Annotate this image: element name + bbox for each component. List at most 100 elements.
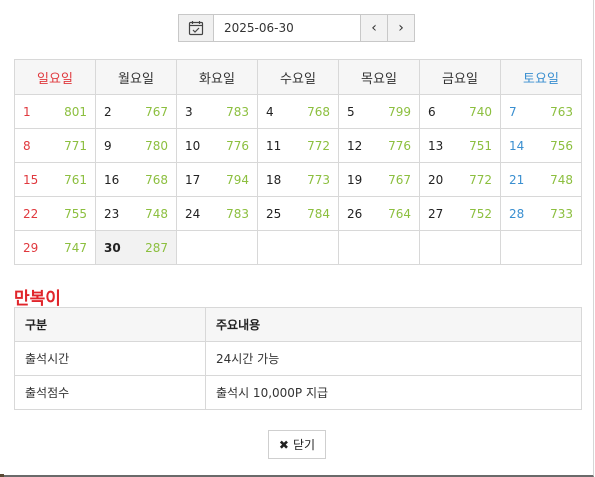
day-number: 10 (185, 138, 201, 153)
section-title: 만복이 (14, 289, 61, 309)
next-month-button[interactable]: › (388, 14, 415, 42)
attendance-count: 767 (145, 104, 168, 119)
attendance-modal: ‹ › 일요일 월요일 화요일 수요일 목요일 금요일 토요일 18012767… (0, 0, 594, 477)
calendar-day-cell: 17 794 (176, 162, 258, 197)
day-number: 22 (23, 206, 39, 221)
attendance-count: 748 (145, 206, 168, 221)
date-picker: ‹ › (178, 14, 415, 42)
calendar-day-cell: 29 747 (14, 230, 96, 265)
calendar-day-cell: 24 783 (176, 196, 258, 231)
day-number: 23 (104, 206, 120, 221)
day-number: 4 (266, 104, 274, 119)
calendar-empty-cell (419, 230, 501, 265)
weekday-tuesday: 화요일 (176, 59, 258, 95)
attendance-count: 794 (226, 172, 249, 187)
close-button-label: 닫기 (292, 438, 316, 452)
chevron-left-icon: ‹ (371, 20, 377, 36)
calendar-empty-cell (500, 230, 582, 265)
weekday-saturday: 토요일 (500, 59, 582, 95)
calendar-day-cell: 28 733 (500, 196, 582, 231)
attendance-count: 772 (307, 138, 330, 153)
attendance-count: 768 (145, 172, 168, 187)
day-number: 24 (185, 206, 201, 221)
day-number: 14 (509, 138, 525, 153)
attendance-count: 761 (64, 172, 87, 187)
weekday-thursday: 목요일 (338, 59, 420, 95)
day-number: 11 (266, 138, 282, 153)
calendar-day-cell: 9 780 (95, 128, 177, 163)
calendar-day-cell: 13 751 (419, 128, 501, 163)
attendance-count: 771 (64, 138, 87, 153)
attendance-count: 756 (550, 138, 573, 153)
day-number: 2 (104, 104, 112, 119)
calendar-day-cell: 30 287 (95, 230, 177, 265)
calendar-empty-cell (338, 230, 420, 265)
calendar-day-cell: 21 748 (500, 162, 582, 197)
prev-month-button[interactable]: ‹ (361, 14, 388, 42)
attendance-count: 780 (145, 138, 168, 153)
calendar-button[interactable] (178, 14, 214, 42)
day-number: 1 (23, 104, 31, 119)
day-number: 15 (23, 172, 39, 187)
calendar-day-cell: 15 761 (14, 162, 96, 197)
weekday-header-row: 일요일 월요일 화요일 수요일 목요일 금요일 토요일 (14, 59, 582, 95)
attendance-count: 776 (226, 138, 249, 153)
calendar-empty-cell (257, 230, 339, 265)
calendar-day-cell: 5 799 (338, 94, 420, 129)
weekday-wednesday: 수요일 (257, 59, 339, 95)
calendar-day-cell: 10 776 (176, 128, 258, 163)
attendance-count: 783 (226, 206, 249, 221)
date-input[interactable] (214, 14, 361, 42)
calendar-day-cell: 14 756 (500, 128, 582, 163)
day-number: 21 (509, 172, 525, 187)
attendance-count: 747 (64, 240, 87, 255)
day-number: 26 (347, 206, 363, 221)
attendance-calendar: 일요일 월요일 화요일 수요일 목요일 금요일 토요일 1 801 2 767 3 783… (14, 59, 582, 265)
attendance-count: 751 (469, 138, 492, 153)
attendance-count: 784 (307, 206, 330, 221)
calendar-day-cell: 19 767 (338, 162, 420, 197)
day-number: 27 (428, 206, 444, 221)
attendance-count: 763 (550, 104, 573, 119)
close-button[interactable]: ✖ 닫기 (268, 430, 326, 459)
day-number: 30 (104, 240, 121, 255)
calendar-day-cell: 4 768 (257, 94, 339, 129)
close-icon: ✖ (278, 437, 289, 452)
attendance-count: 767 (388, 172, 411, 187)
day-number: 29 (23, 240, 39, 255)
day-number: 18 (266, 172, 282, 187)
calendar-day-cell: 12 776 (338, 128, 420, 163)
calendar-day-cell: 11 772 (257, 128, 339, 163)
day-number: 9 (104, 138, 112, 153)
calendar-empty-cell (176, 230, 258, 265)
attendance-count: 287 (145, 240, 168, 255)
chevron-right-icon: › (398, 20, 404, 36)
calendar-day-cell: 23 748 (95, 196, 177, 231)
table-row: 출석점수 출석시 10,000P 지급 (14, 375, 582, 410)
calendar-day-cell: 3 783 (176, 94, 258, 129)
calendar-week-row: 22 755 23 748 24 783 25 784 26 764 27 752 28 733 (14, 196, 582, 231)
info-table: 구분 주요내용 출석시간 24시간 가능 출석점수 출석시 10,000P 지급 (14, 307, 582, 410)
calendar-day-cell: 16 768 (95, 162, 177, 197)
day-number: 7 (509, 104, 517, 119)
day-number: 8 (23, 138, 31, 153)
calendar-day-cell: 25 784 (257, 196, 339, 231)
info-header-content: 주요내용 (205, 307, 582, 342)
calendar-day-cell: 1 801 (14, 94, 96, 129)
weekday-sunday: 일요일 (14, 59, 96, 95)
attendance-count: 733 (550, 206, 573, 221)
attendance-count: 783 (226, 104, 249, 119)
calendar-week-row: 1 801 2 767 3 783 4 768 5 799 6 740 7 763 (14, 94, 582, 129)
day-number: 12 (347, 138, 363, 153)
attendance-count: 768 (307, 104, 330, 119)
calendar-day-cell: 6 740 (419, 94, 501, 129)
day-number: 6 (428, 104, 436, 119)
calendar-day-cell: 7 763 (500, 94, 582, 129)
day-number: 20 (428, 172, 444, 187)
attendance-count: 776 (388, 138, 411, 153)
calendar-day-cell: 26 764 (338, 196, 420, 231)
table-row: 출석시간 24시간 가능 (14, 341, 582, 376)
day-number: 13 (428, 138, 444, 153)
info-header-category: 구분 (14, 307, 206, 342)
info-cell-category: 출석점수 (14, 375, 206, 410)
